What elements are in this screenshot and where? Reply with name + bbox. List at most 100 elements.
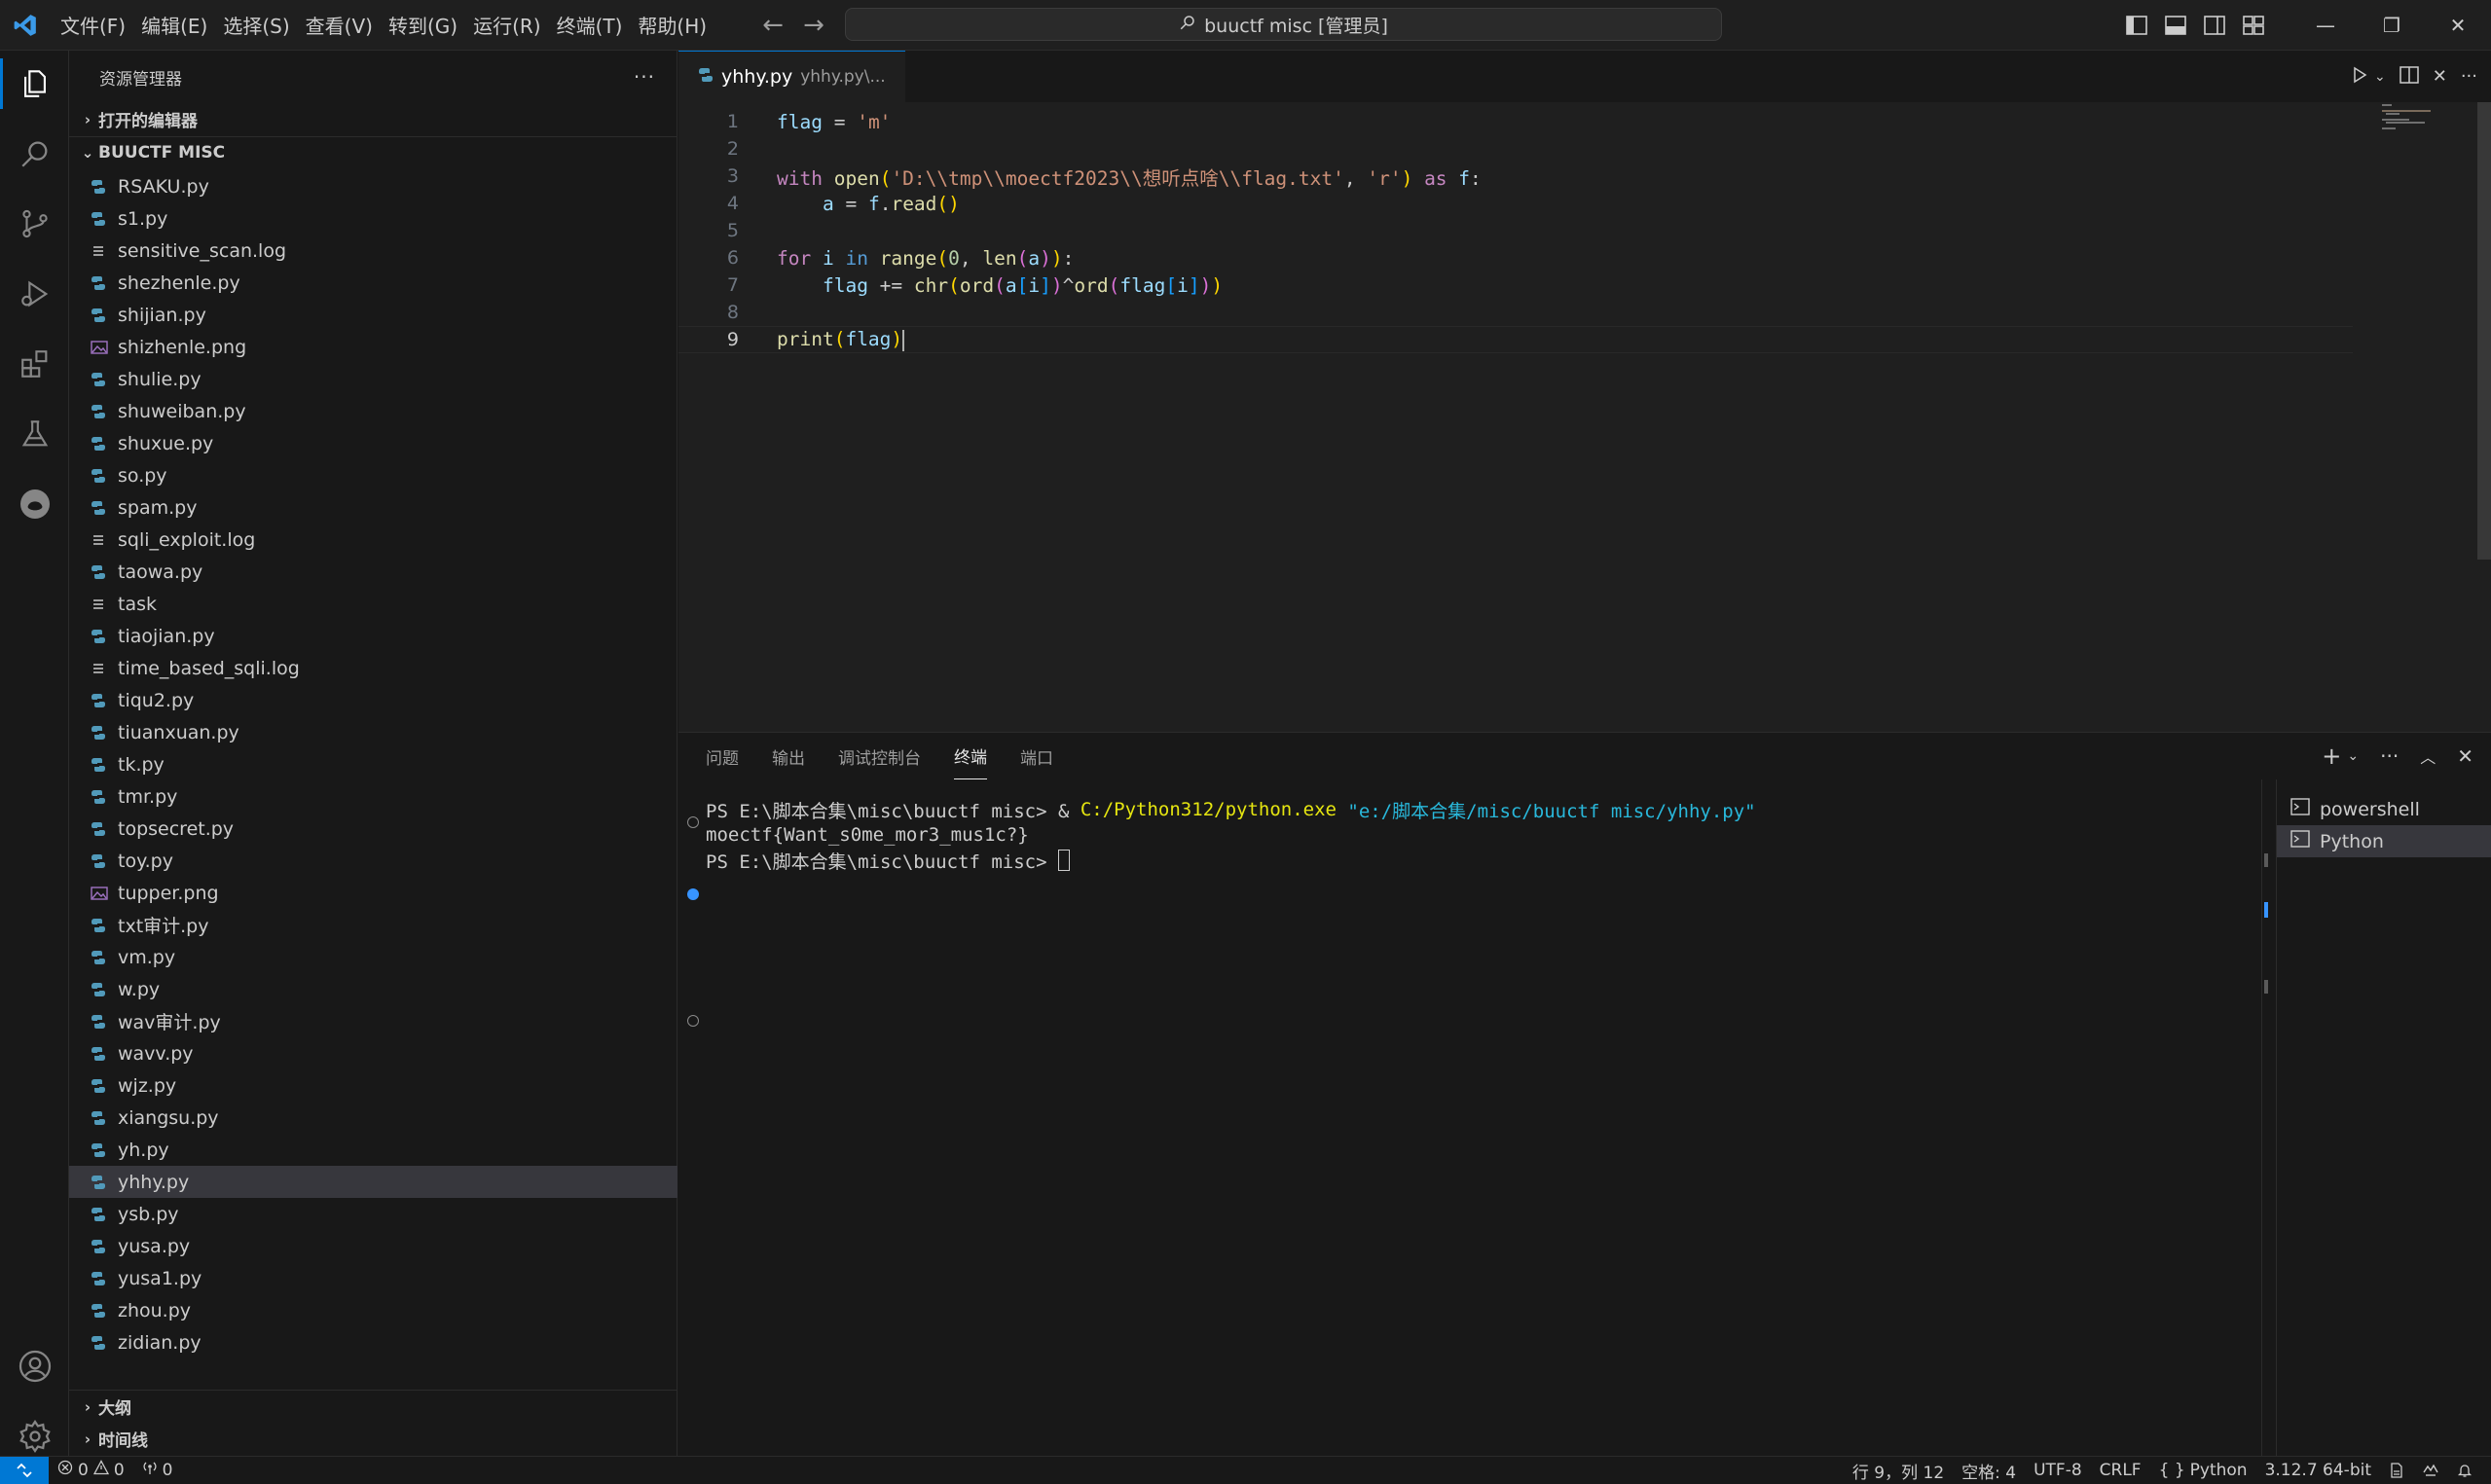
file-item[interactable]: shuweiban.py — [69, 395, 678, 427]
file-item[interactable]: so.py — [69, 459, 678, 491]
more-actions-icon[interactable]: ··· — [634, 65, 655, 89]
close-window-button[interactable]: ✕ — [2425, 0, 2491, 51]
command-center-search[interactable]: buuctf misc [管理员] — [845, 8, 1722, 41]
file-item[interactable]: vm.py — [69, 941, 678, 973]
editor-tab-yhhy[interactable]: yhhy.py yhhy.py\... — [678, 51, 905, 102]
forward-arrow-icon[interactable]: → — [800, 11, 827, 40]
accounts-icon[interactable] — [0, 1333, 69, 1399]
terminal-output[interactable]: PS E:\脚本合集\misc\buuctf misc> & C:/Python… — [706, 797, 2166, 873]
command-decoration-icon[interactable] — [687, 816, 699, 828]
menu-run[interactable]: 运行(R) — [465, 8, 549, 43]
file-item[interactable]: tiaojian.py — [69, 620, 678, 652]
tab-output[interactable]: 输出 — [772, 733, 805, 779]
file-item[interactable]: w.py — [69, 973, 678, 1005]
file-item[interactable]: toy.py — [69, 845, 678, 877]
menu-selection[interactable]: 选择(S) — [215, 8, 297, 43]
run-debug-icon[interactable] — [0, 261, 69, 327]
file-item[interactable]: shulie.py — [69, 363, 678, 395]
problems-status[interactable]: 0 0 — [49, 1460, 133, 1480]
file-item[interactable]: spam.py — [69, 491, 678, 524]
file-item[interactable]: zhou.py — [69, 1294, 678, 1326]
file-item[interactable]: task — [69, 588, 678, 620]
outline-section[interactable]: › 大纲 — [69, 1391, 678, 1423]
file-item[interactable]: tiuanxuan.py — [69, 716, 678, 748]
editor-more-icon[interactable]: ··· — [2461, 66, 2477, 87]
file-item[interactable]: shuxue.py — [69, 427, 678, 459]
file-item[interactable]: xiangsu.py — [69, 1102, 678, 1134]
file-item[interactable]: yhhy.py — [69, 1166, 678, 1198]
maximize-panel-chevron-up-icon[interactable]: ︿ — [2420, 744, 2436, 768]
new-terminal-plus-icon[interactable]: + — [2322, 742, 2341, 770]
file-item[interactable]: tmr.py — [69, 780, 678, 813]
run-python-icon[interactable] — [2351, 66, 2368, 88]
file-item[interactable]: sqli_exploit.log — [69, 524, 678, 556]
remote-indicator-icon[interactable] — [0, 1456, 49, 1484]
language-mode[interactable]: { } Python — [2150, 1461, 2256, 1480]
menu-file[interactable]: 文件(F) — [53, 8, 133, 43]
editor-scrollbar-thumb[interactable] — [2477, 102, 2491, 560]
file-item[interactable]: txt审计.py — [69, 909, 678, 941]
file-item[interactable]: RSAKU.py — [69, 170, 678, 202]
notifications-bell-icon[interactable] — [2448, 1463, 2481, 1478]
split-editor-icon[interactable] — [2399, 65, 2419, 88]
file-item[interactable]: tupper.png — [69, 877, 678, 909]
back-arrow-icon[interactable]: ← — [759, 11, 787, 40]
file-item[interactable]: shezhenle.py — [69, 267, 678, 299]
cursor-position[interactable]: 行 9，列 12 — [1844, 1459, 1953, 1483]
file-item[interactable]: s1.py — [69, 202, 678, 235]
tab-debug-console[interactable]: 调试控制台 — [838, 733, 921, 779]
minimize-button[interactable]: — — [2292, 0, 2359, 51]
file-item[interactable]: wavv.py — [69, 1037, 678, 1069]
terminal-dropdown-chevron-icon[interactable]: ⌄ — [2347, 748, 2359, 764]
menu-edit[interactable]: 编辑(E) — [133, 8, 215, 43]
indentation[interactable]: 空格: 4 — [1953, 1459, 2025, 1483]
testing-icon[interactable] — [0, 401, 69, 467]
search-view-icon[interactable] — [0, 121, 69, 187]
menu-terminal[interactable]: 终端(T) — [549, 8, 631, 43]
tab-ports[interactable]: 端口 — [1020, 733, 1053, 779]
file-item[interactable]: sensitive_scan.log — [69, 235, 678, 267]
close-panel-icon[interactable]: ✕ — [2457, 744, 2473, 768]
terminal-item-python[interactable]: Python — [2277, 825, 2491, 857]
close-tab-icon[interactable]: ✕ — [2433, 66, 2447, 87]
file-item[interactable]: topsecret.py — [69, 813, 678, 845]
menu-go[interactable]: 转到(G) — [381, 8, 465, 43]
python-interpreter[interactable]: 3.12.7 64-bit — [2256, 1461, 2380, 1480]
ports-status[interactable]: 0 — [133, 1460, 182, 1480]
code-editor[interactable]: 1 flag = 'm' 2 3 with open('D:\\tmp\\moe… — [678, 102, 2491, 732]
toggle-primary-sidebar-icon[interactable] — [2117, 0, 2156, 51]
source-control-icon[interactable] — [0, 191, 69, 257]
github-icon[interactable] — [0, 471, 69, 537]
file-item[interactable]: yh.py — [69, 1134, 678, 1166]
toggle-panel-icon[interactable] — [2156, 0, 2195, 51]
timeline-section[interactable]: › 时间线 — [69, 1423, 678, 1455]
customize-layout-icon[interactable] — [2234, 0, 2273, 51]
file-item[interactable]: wav审计.py — [69, 1005, 678, 1037]
editor-scrollbar[interactable] — [2477, 102, 2491, 560]
file-item[interactable]: time_based_sqli.log — [69, 652, 678, 684]
minimap[interactable] — [2380, 102, 2448, 161]
file-item[interactable]: yusa.py — [69, 1230, 678, 1262]
terminal-item-powershell[interactable]: powershell — [2277, 793, 2491, 825]
copilot-icon[interactable] — [2413, 1463, 2448, 1478]
panel-more-icon[interactable]: ··· — [2380, 744, 2399, 768]
file-item[interactable]: shijian.py — [69, 299, 678, 331]
toggle-secondary-sidebar-icon[interactable] — [2195, 0, 2234, 51]
file-item[interactable]: tiqu2.py — [69, 684, 678, 716]
file-item[interactable]: shizhenle.png — [69, 331, 678, 363]
command-decoration-icon[interactable] — [687, 1015, 699, 1027]
explorer-icon[interactable] — [0, 51, 69, 117]
extensions-icon[interactable] — [0, 331, 69, 397]
file-item[interactable]: taowa.py — [69, 556, 678, 588]
tab-problems[interactable]: 问题 — [706, 733, 739, 779]
folder-section[interactable]: ⌄ BUUCTF MISC — [69, 136, 678, 168]
file-item[interactable]: wjz.py — [69, 1069, 678, 1102]
tab-terminal[interactable]: 终端 — [954, 733, 987, 779]
command-decoration-success-icon[interactable] — [687, 888, 699, 900]
restore-button[interactable]: ❐ — [2359, 0, 2425, 51]
file-info-icon[interactable] — [2380, 1463, 2413, 1478]
file-item[interactable]: yusa1.py — [69, 1262, 678, 1294]
file-item[interactable]: tk.py — [69, 748, 678, 780]
menu-view[interactable]: 查看(V) — [298, 8, 381, 43]
run-dropdown-chevron-icon[interactable]: ⌄ — [2374, 69, 2386, 85]
